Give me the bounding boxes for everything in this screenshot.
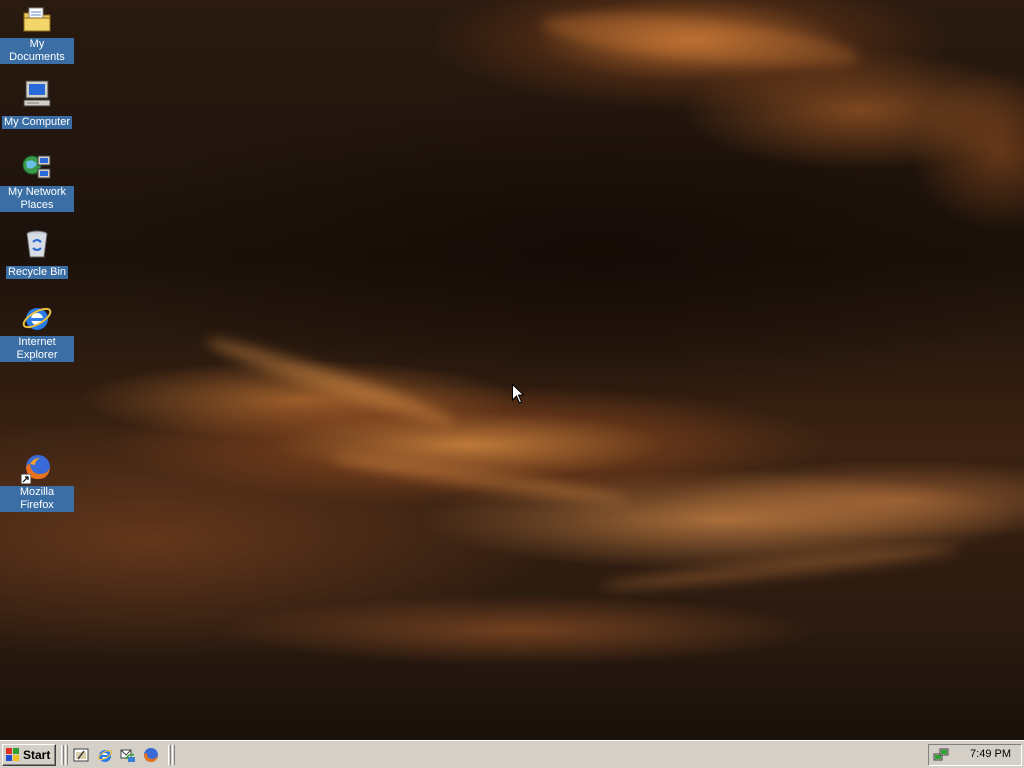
show-desktop-icon[interactable]: [73, 747, 89, 763]
mouse-cursor-icon: [512, 384, 524, 404]
firefox-icon: [21, 452, 53, 484]
start-label: Start: [23, 748, 51, 762]
network-connection-icon[interactable]: [933, 747, 949, 763]
my-network-places-shortcut[interactable]: My Network Places: [0, 152, 74, 213]
system-tray: 7:49 PM: [928, 744, 1022, 766]
desktop-icon-label: Internet Explorer: [0, 336, 74, 362]
toolbar-grip[interactable]: [172, 745, 175, 765]
start-button[interactable]: Start: [2, 744, 56, 766]
desktop-icon-label: My Documents: [0, 38, 74, 64]
mozilla-firefox-shortcut[interactable]: Mozilla Firefox: [0, 452, 74, 513]
clock[interactable]: 7:49 PM: [970, 748, 1011, 760]
shortcut-arrow-icon: [21, 474, 31, 484]
desktop-wallpaper[interactable]: My Documents My Computer My Network Plac…: [0, 0, 1024, 740]
firefox-icon[interactable]: [143, 747, 159, 763]
folder-documents-icon: [21, 4, 53, 36]
desktop-icon-label: Mozilla Firefox: [0, 486, 74, 512]
taskbar: Start 7:49 PM: [0, 740, 1024, 768]
wallpaper-streak: [202, 330, 458, 432]
desktop-icon-label: My Network Places: [0, 186, 74, 212]
internet-explorer-shortcut[interactable]: Internet Explorer: [0, 302, 74, 363]
network-places-icon: [21, 152, 53, 184]
wallpaper-streak: [538, 3, 862, 77]
wallpaper-streak: [330, 449, 630, 509]
recycle-bin-icon: [21, 228, 53, 260]
my-computer-shortcut[interactable]: My Computer: [0, 78, 74, 130]
desktop-icon-label: Recycle Bin: [5, 266, 69, 279]
internet-explorer-icon: [21, 302, 53, 334]
my-documents-shortcut[interactable]: My Documents: [0, 4, 74, 65]
windows-logo-icon: [6, 748, 19, 761]
internet-explorer-icon[interactable]: [97, 747, 113, 763]
computer-icon: [21, 78, 53, 110]
toolbar-grip[interactable]: [65, 745, 68, 765]
toolbar-grip[interactable]: [61, 745, 64, 765]
wallpaper-streak: [600, 541, 960, 595]
desktop-icon-label: My Computer: [1, 116, 73, 129]
recycle-bin-shortcut[interactable]: Recycle Bin: [0, 228, 74, 280]
outlook-express-icon[interactable]: [120, 747, 136, 763]
toolbar-grip[interactable]: [168, 745, 171, 765]
